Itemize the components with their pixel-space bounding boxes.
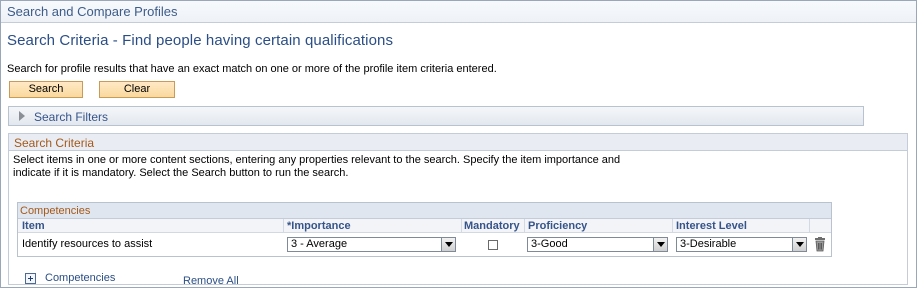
column-separator bbox=[283, 219, 284, 233]
competencies-grid-title: Competencies bbox=[20, 205, 91, 217]
add-plus-icon[interactable] bbox=[25, 273, 36, 284]
search-criteria-description: Select items in one or more content sect… bbox=[13, 154, 713, 180]
add-competencies-label[interactable]: Competencies bbox=[45, 272, 115, 284]
intro-text: Search for profile results that have an … bbox=[7, 63, 497, 75]
search-filters-label[interactable]: Search Filters bbox=[34, 110, 108, 124]
search-criteria-header: Search Criteria bbox=[9, 134, 907, 151]
dropdown-arrow-icon[interactable] bbox=[653, 238, 667, 251]
competencies-grid: Competencies Item *Importance Mandatory … bbox=[17, 202, 832, 257]
competency-item-name: Identify resources to assist bbox=[22, 238, 153, 250]
search-criteria-title: Search Criteria bbox=[14, 136, 95, 150]
remove-all-link[interactable]: Remove All bbox=[183, 275, 239, 287]
table-row: Identify resources to assist 3 - Average… bbox=[18, 234, 831, 256]
importance-select[interactable]: 3 - Average bbox=[287, 237, 456, 252]
interest-level-select[interactable]: 3-Desirable bbox=[676, 237, 807, 252]
proficiency-select-value: 3-Good bbox=[531, 238, 568, 250]
column-header-importance: *Importance bbox=[287, 220, 351, 232]
competencies-grid-title-bar: Competencies bbox=[18, 203, 831, 219]
search-filters-collapsible[interactable]: Search Filters bbox=[8, 106, 864, 126]
interest-level-select-value: 3-Desirable bbox=[680, 238, 737, 250]
mandatory-checkbox[interactable] bbox=[488, 240, 498, 250]
column-separator bbox=[524, 219, 525, 233]
column-header-interest-level: Interest Level bbox=[676, 220, 747, 232]
dropdown-arrow-icon[interactable] bbox=[441, 238, 455, 251]
column-separator bbox=[461, 219, 462, 233]
page-header: Search and Compare Profiles bbox=[1, 1, 916, 23]
column-header-proficiency: Proficiency bbox=[528, 220, 588, 232]
delete-trash-icon[interactable] bbox=[813, 237, 827, 252]
column-header-mandatory: Mandatory bbox=[464, 220, 520, 232]
importance-select-value: 3 - Average bbox=[291, 238, 348, 250]
clear-button[interactable]: Clear bbox=[99, 81, 175, 98]
dropdown-arrow-icon[interactable] bbox=[792, 238, 806, 251]
search-button[interactable]: Search bbox=[9, 81, 83, 98]
page-title: Search Criteria - Find people having cer… bbox=[7, 32, 394, 49]
column-separator bbox=[672, 219, 673, 233]
grid-header-row: Item *Importance Mandatory Proficiency I… bbox=[18, 219, 831, 233]
expand-triangle-icon[interactable] bbox=[19, 111, 25, 121]
column-header-item: Item bbox=[22, 220, 45, 232]
search-criteria-section: Search Criteria Select items in one or m… bbox=[8, 133, 908, 287]
proficiency-select[interactable]: 3-Good bbox=[527, 237, 668, 252]
description-line-2: indicate if it is mandatory. Select the … bbox=[13, 167, 349, 179]
column-separator bbox=[809, 219, 810, 233]
description-line-1: Select items in one or more content sect… bbox=[13, 154, 621, 166]
page-header-title: Search and Compare Profiles bbox=[7, 4, 178, 19]
